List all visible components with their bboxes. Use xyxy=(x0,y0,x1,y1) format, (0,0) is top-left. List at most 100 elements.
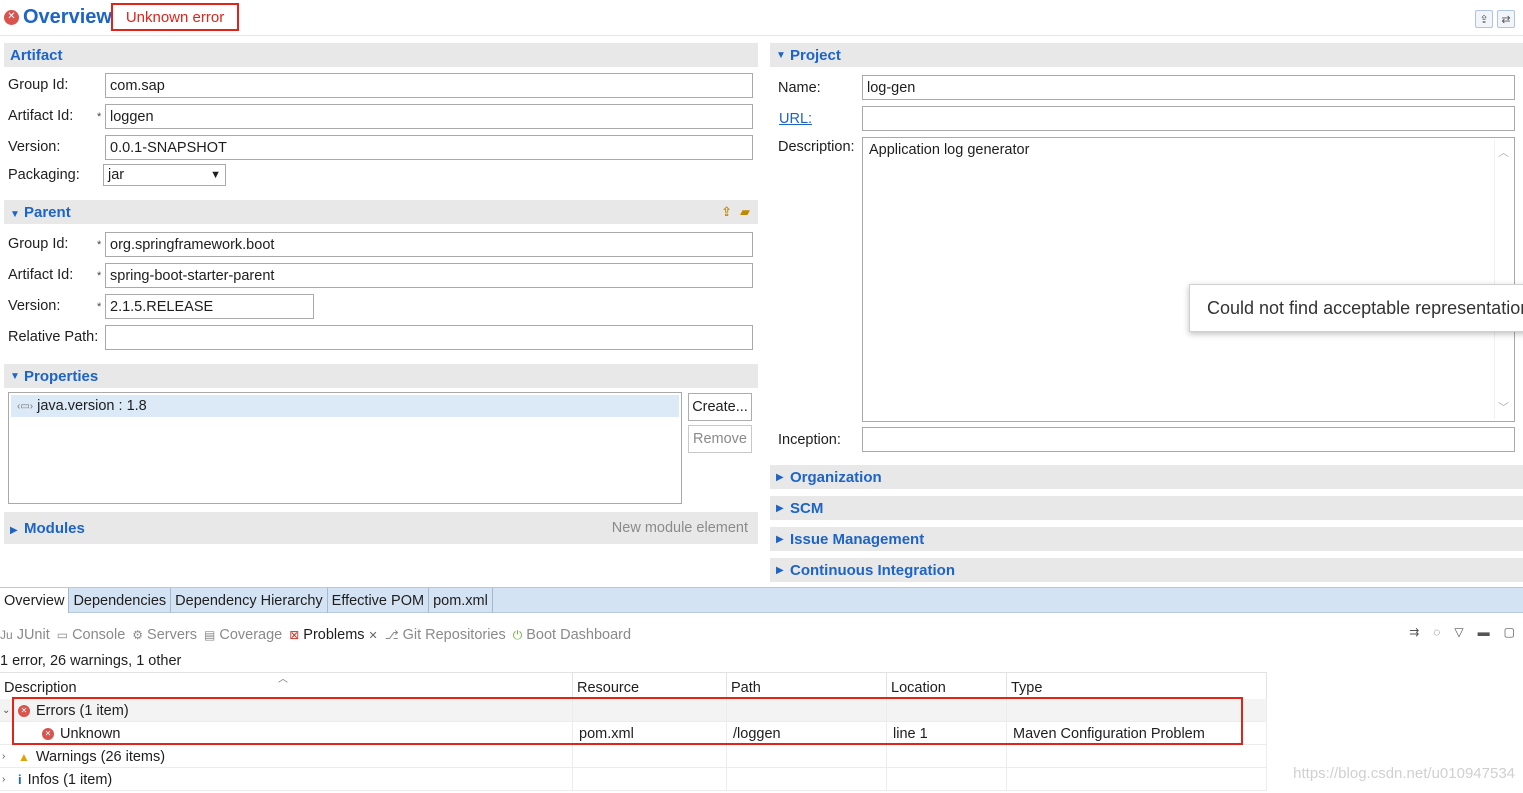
tab-boot-dashboard[interactable]: ⏻ Boot Dashboard xyxy=(513,627,638,643)
tab-label: Problems xyxy=(303,627,365,643)
open-folder-icon[interactable]: ▰ xyxy=(740,204,750,220)
warning-icon: ▲ xyxy=(18,749,30,764)
tab-label: Console xyxy=(72,627,126,643)
relative-path-label: Relative Path: xyxy=(8,329,99,345)
close-icon[interactable]: ✕ xyxy=(369,629,378,642)
section-properties[interactable]: ▼ Properties xyxy=(4,364,758,388)
tab-label: JUnit xyxy=(16,627,50,643)
column-label: Location xyxy=(891,680,946,696)
collapse-triangle-icon: ▶ xyxy=(776,471,784,483)
description-text: Application log generator xyxy=(869,142,1030,158)
new-module-element-link[interactable]: New module element xyxy=(612,520,748,536)
tab-pom-xml[interactable]: pom.xml xyxy=(429,588,493,613)
parent-group-id-field[interactable]: org.springframework.boot xyxy=(105,232,753,257)
console-icon: ▭ xyxy=(56,628,69,642)
section-organization[interactable]: ▶ Organization xyxy=(770,465,1523,489)
required-marker: * xyxy=(97,301,102,313)
property-icon: ‹▭› xyxy=(17,400,34,412)
description-scrollbar[interactable]: ︿ ﹀ xyxy=(1494,140,1512,419)
tab-servers[interactable]: ⚙ Servers xyxy=(132,627,204,643)
section-scm[interactable]: ▶ SCM xyxy=(770,496,1523,520)
project-name-field[interactable]: log-gen xyxy=(862,75,1515,100)
tab-dependency-hierarchy[interactable]: Dependency Hierarchy xyxy=(171,588,328,613)
editor-header: ✕ Overview xyxy=(4,4,112,30)
group-id-label: Group Id: xyxy=(8,77,69,93)
page-title: Overview xyxy=(23,5,112,28)
minimize-icon[interactable]: ▬ xyxy=(1478,625,1490,639)
tab-effective-pom[interactable]: Effective POM xyxy=(328,588,430,613)
url-link[interactable]: URL: xyxy=(779,111,812,127)
watermark: https://blog.csdn.net/u010947534 xyxy=(1293,765,1515,782)
problems-summary: 1 error, 26 warnings, 1 other xyxy=(0,653,182,669)
row-description: Warnings (26 items) xyxy=(35,748,166,765)
chevron-down-icon[interactable]: ▽ xyxy=(1454,625,1463,639)
column-resource[interactable]: Resource xyxy=(573,673,727,699)
artifact-id-field[interactable]: loggen xyxy=(105,104,753,129)
tab-dependencies[interactable]: Dependencies xyxy=(69,588,172,613)
create-button[interactable]: Create... xyxy=(688,393,752,421)
tab-console[interactable]: ▭ Console xyxy=(57,627,133,643)
tab-git-repositories[interactable]: ⎇ Git Repositories xyxy=(385,627,513,643)
collapse-triangle-icon: ▶ xyxy=(776,533,784,545)
relative-path-field[interactable] xyxy=(105,325,753,350)
tab-label: Git Repositories xyxy=(402,627,506,643)
sync-icon[interactable]: ⇄ xyxy=(1497,10,1515,28)
project-name-label: Name: xyxy=(778,80,821,96)
table-row[interactable]: › ▲ Warnings (26 items) xyxy=(0,745,1267,768)
group-id-field[interactable]: com.sap xyxy=(105,73,753,98)
column-description[interactable]: Description ︿ xyxy=(0,673,573,699)
section-title: Modules xyxy=(24,519,85,537)
sort-ascending-icon: ︿ xyxy=(278,674,288,685)
parent-version-field[interactable]: 2.1.5.RELEASE xyxy=(105,294,314,319)
scroll-down-icon[interactable]: ﹀ xyxy=(1498,399,1509,415)
section-continuous-integration[interactable]: ▶ Continuous Integration xyxy=(770,558,1523,582)
row-location xyxy=(887,768,1007,791)
section-project[interactable]: ▼ Project xyxy=(770,43,1523,67)
section-artifact: Artifact xyxy=(4,43,758,67)
view-menu-icon[interactable]: ◌ xyxy=(1433,625,1440,639)
error-message[interactable]: Unknown error xyxy=(111,3,239,31)
packaging-value: jar xyxy=(108,167,125,183)
version-field[interactable]: 0.0.1-SNAPSHOT xyxy=(105,135,753,160)
column-type[interactable]: Type xyxy=(1007,673,1267,699)
column-location[interactable]: Location xyxy=(887,673,1007,699)
tab-overview[interactable]: Overview xyxy=(0,588,70,613)
project-url-field[interactable] xyxy=(862,106,1515,131)
chevron-right-icon[interactable]: › xyxy=(2,751,12,762)
chevron-right-icon[interactable]: › xyxy=(2,774,12,785)
tab-label: Coverage xyxy=(219,627,283,643)
parent-artifact-id-label: Artifact Id: xyxy=(8,267,74,283)
tab-junit[interactable]: Ju JUnit xyxy=(0,627,57,643)
section-issue-management[interactable]: ▶ Issue Management xyxy=(770,527,1523,551)
pom-refresh-icon[interactable]: ⇪ xyxy=(1475,10,1493,28)
tab-problems[interactable]: ⊠ Problems ✕ xyxy=(289,627,385,643)
section-title: Continuous Integration xyxy=(790,561,955,579)
table-row[interactable]: › i Infos (1 item) xyxy=(0,768,1267,791)
section-modules[interactable]: ▶ Modules New module element xyxy=(4,512,758,544)
property-text: java.version : 1.8 xyxy=(37,398,147,414)
remove-button[interactable]: Remove xyxy=(688,425,752,453)
list-item[interactable]: ‹▭› java.version : 1.8 xyxy=(11,395,679,417)
properties-list[interactable]: ‹▭› java.version : 1.8 xyxy=(8,392,682,504)
boot-dashboard-icon: ⏻ xyxy=(512,627,523,642)
servers-icon: ⚙ xyxy=(132,628,144,642)
tab-coverage[interactable]: ▤ Coverage xyxy=(204,627,289,643)
column-label: Type xyxy=(1011,680,1043,696)
packaging-select[interactable]: jar ▼ xyxy=(103,164,226,186)
maximize-icon[interactable]: ▢ xyxy=(1504,625,1515,639)
description-textarea[interactable]: Application log generator ︿ ﹀ xyxy=(862,137,1515,422)
select-parent-icon[interactable]: ⇪ xyxy=(721,204,732,220)
parent-artifact-id-field[interactable]: spring-boot-starter-parent xyxy=(105,263,753,288)
version-label: Version: xyxy=(8,139,61,155)
filter-icon[interactable]: ⇉ xyxy=(1409,625,1419,639)
row-path xyxy=(727,745,887,768)
inception-field[interactable] xyxy=(862,427,1515,452)
section-parent[interactable]: ▼ Parent ⇪ ▰ xyxy=(4,200,758,224)
row-type xyxy=(1007,745,1267,768)
description-label: Description: xyxy=(778,139,855,155)
scroll-up-icon[interactable]: ︿ xyxy=(1498,144,1509,160)
section-title: Parent xyxy=(24,203,71,221)
chevron-down-icon[interactable]: ⌄ xyxy=(2,705,12,716)
expand-triangle-icon: ▼ xyxy=(10,370,20,382)
column-path[interactable]: Path xyxy=(727,673,887,699)
